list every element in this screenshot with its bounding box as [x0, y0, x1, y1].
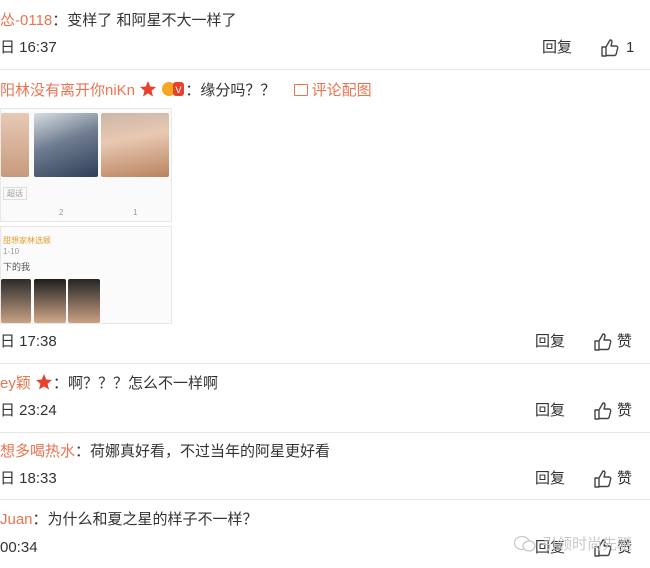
star-badge-icon: [36, 374, 53, 390]
comment-text: 荷娜真好看，不过当年的阿星更好看: [90, 443, 331, 460]
like-button[interactable]: 赞: [593, 469, 632, 489]
comment-separator: ：: [52, 12, 68, 29]
thumbs-up-icon: [594, 333, 612, 351]
comment-timestamp: 日 16:37: [0, 39, 57, 56]
comment-timestamp: 00:34: [0, 539, 38, 556]
photo-thumbnail: [101, 113, 169, 177]
comment-attached-image[interactable]: 超话 2 1: [0, 108, 172, 222]
comment-2-text-line: 阳林没有离开你niKn V ：缘分吗？？ 评论配图: [0, 80, 372, 101]
like-count: 1: [626, 39, 635, 56]
comment-text: 变样了 和阿星不大一样了: [67, 12, 237, 29]
comment-separator: ：: [75, 443, 91, 460]
like-button[interactable]: 1: [600, 38, 634, 58]
comment-1-text-line: 怂-0118：变样了 和阿星不大一样了: [0, 11, 236, 31]
image-icon: [293, 84, 308, 96]
like-label: 赞: [617, 333, 633, 350]
comment-text: 啊？？？怎么不一样啊: [68, 375, 219, 392]
comment-4-text-line: 想多喝热水：荷娜真好看，不过当年的阿星更好看: [0, 442, 330, 462]
embedded-username: 甜想家林选颖: [3, 236, 51, 245]
watermark-text: 引领时尚先驱: [541, 536, 632, 553]
thumbs-up-icon: [594, 470, 612, 488]
comment-image-link[interactable]: 评论配图: [293, 82, 372, 99]
photo-thumbnail: [1, 279, 31, 323]
star-badge-icon: [140, 81, 157, 97]
comment-attached-image[interactable]: 甜想家林选颖 1-10 下的我: [0, 226, 172, 324]
reply-button[interactable]: 回复: [542, 38, 572, 58]
embedded-like-count: 1: [133, 208, 138, 217]
embedded-tag: 超话: [3, 187, 27, 200]
photo-thumbnail: [1, 113, 29, 177]
vip-badge-icon: V: [162, 82, 185, 96]
reply-button[interactable]: 回复: [535, 401, 565, 421]
comment-divider: [0, 499, 650, 500]
thumbs-up-icon: [594, 402, 612, 420]
comment-username[interactable]: Juan: [0, 511, 33, 528]
svg-text:V: V: [176, 86, 183, 96]
reply-button[interactable]: 回复: [535, 469, 565, 489]
comment-separator: ：: [185, 82, 201, 99]
comment-divider: [0, 363, 650, 364]
comment-username[interactable]: ey颖: [0, 375, 31, 392]
embedded-meta: 1-10: [3, 247, 20, 256]
embedded-caption: 下的我: [3, 262, 31, 272]
comment-text: 为什么和夏之星的样子不一样？: [47, 511, 258, 528]
photo-thumbnail: [68, 279, 100, 323]
photo-thumbnail: [34, 113, 98, 177]
thumbs-up-icon: [601, 39, 619, 57]
comment-username[interactable]: 怂-0118: [0, 12, 52, 29]
wechat-icon: [513, 535, 536, 552]
comment-image-link-label: 评论配图: [311, 82, 372, 99]
like-button[interactable]: 赞: [593, 401, 632, 421]
like-button[interactable]: 赞: [593, 332, 632, 352]
comment-username[interactable]: 阳林没有离开你niKn: [0, 82, 135, 99]
photo-thumbnail: [34, 279, 66, 323]
comment-5-text-line: Juan：为什么和夏之星的样子不一样？: [0, 510, 258, 530]
watermark: 引领时尚先驱: [513, 533, 632, 554]
comment-divider: [0, 432, 650, 433]
comment-text: 缘分吗？？: [200, 82, 276, 99]
comment-timestamp: 日 18:33: [0, 470, 57, 487]
comment-separator: ：: [53, 375, 69, 392]
comment-timestamp: 日 17:38: [0, 333, 57, 350]
embedded-comment-count: 2: [59, 208, 64, 217]
comment-username[interactable]: 想多喝热水: [0, 443, 75, 460]
like-label: 赞: [617, 470, 633, 487]
reply-button[interactable]: 回复: [535, 332, 565, 352]
comment-3-text-line: ey颖 ：啊？？？怎么不一样啊: [0, 373, 218, 394]
comment-divider: [0, 69, 650, 70]
comment-timestamp: 日 23:24: [0, 402, 57, 419]
like-label: 赞: [617, 402, 633, 419]
comment-separator: ：: [32, 511, 48, 528]
